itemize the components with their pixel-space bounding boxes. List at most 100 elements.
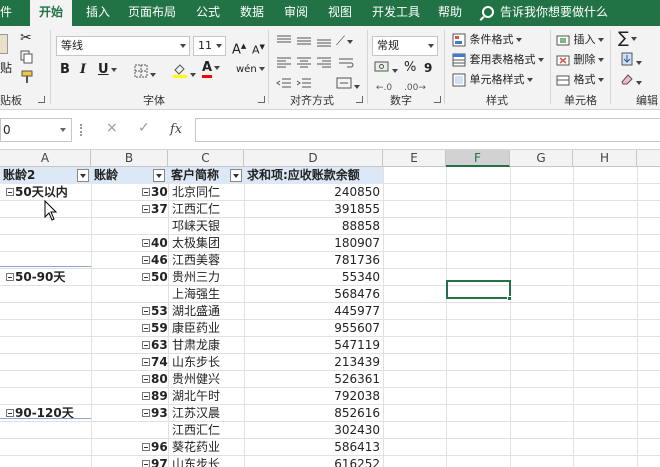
shrink-font-button[interactable]: A▼: [252, 39, 265, 59]
collapse-icon[interactable]: [142, 205, 150, 213]
cell-amount[interactable]: 547119: [244, 337, 383, 354]
fill-down-icon[interactable]: [620, 52, 642, 71]
cell-age[interactable]: [91, 422, 168, 439]
cell-age[interactable]: 40: [91, 235, 168, 252]
collapse-icon[interactable]: [142, 460, 150, 467]
cell-customer[interactable]: 山东步长: [168, 456, 244, 467]
collapse-icon[interactable]: [142, 307, 150, 315]
cell-amount[interactable]: 616252: [244, 456, 383, 467]
currency-button[interactable]: [374, 60, 398, 78]
align-left-icon[interactable]: [276, 56, 292, 75]
formula-input[interactable]: [195, 118, 660, 142]
cell-amount[interactable]: 568476: [244, 286, 383, 303]
cell-age-group[interactable]: [0, 388, 91, 405]
collapse-icon[interactable]: [142, 273, 150, 281]
font-color-button[interactable]: A: [202, 60, 221, 78]
column-header-e[interactable]: E: [383, 150, 446, 167]
cell-amount[interactable]: 781736: [244, 252, 383, 269]
pivot-header-cell[interactable]: 账龄: [91, 167, 168, 184]
orientation-icon[interactable]: ⟋: [336, 34, 354, 50]
cell-age[interactable]: 93: [91, 405, 168, 422]
collapse-icon[interactable]: [6, 409, 14, 417]
align-top-icon[interactable]: [276, 34, 292, 53]
cell-age[interactable]: 89: [91, 388, 168, 405]
autosum-button[interactable]: ∑: [618, 30, 637, 46]
tab-help[interactable]: 帮助: [438, 0, 462, 26]
tab-view[interactable]: 视图: [328, 0, 352, 26]
cell-amount[interactable]: 213439: [244, 354, 383, 371]
font-launcher-icon[interactable]: [258, 96, 265, 103]
tab-data[interactable]: 数据: [240, 0, 264, 26]
collapse-icon[interactable]: [142, 341, 150, 349]
cell-amount[interactable]: 955607: [244, 320, 383, 337]
tab-page-layout[interactable]: 页面布局: [128, 0, 176, 26]
column-header-a[interactable]: A: [0, 150, 91, 167]
align-middle-icon[interactable]: [296, 34, 312, 53]
align-bottom-icon[interactable]: [316, 34, 332, 53]
tab-formulas[interactable]: 公式: [196, 0, 220, 26]
cell-amount[interactable]: 445977: [244, 303, 383, 320]
pivot-header-cell[interactable]: 账龄2: [0, 167, 91, 184]
column-header-i[interactable]: [637, 150, 660, 167]
cell-age-group[interactable]: [0, 354, 91, 371]
cell-age-group[interactable]: [0, 286, 91, 303]
format-painter-icon[interactable]: [20, 70, 34, 89]
filter-dropdown-icon[interactable]: [230, 169, 242, 182]
cell-age-group[interactable]: [0, 337, 91, 354]
collapse-icon[interactable]: [6, 273, 14, 281]
clipboard-launcher-icon[interactable]: [38, 96, 45, 103]
borders-button[interactable]: [134, 64, 156, 83]
font-size-combo[interactable]: 11: [193, 36, 226, 56]
collapse-icon[interactable]: [142, 443, 150, 451]
cell-customer[interactable]: 上海强生: [168, 286, 244, 303]
cell-age[interactable]: 97: [91, 456, 168, 467]
phonetic-button[interactable]: wén: [236, 62, 265, 78]
active-cell-selection[interactable]: [446, 280, 511, 299]
cell-age-group[interactable]: [0, 320, 91, 337]
column-header-h[interactable]: H: [573, 150, 637, 167]
conditional-format-button[interactable]: 条件格式: [452, 32, 522, 48]
cell-amount[interactable]: 55340: [244, 269, 383, 286]
formula-bar-grip[interactable]: [80, 124, 82, 136]
cell-age[interactable]: 50: [91, 269, 168, 286]
paste-icon[interactable]: [0, 34, 8, 54]
delete-cells-button[interactable]: 删除: [556, 52, 604, 68]
column-header-g[interactable]: G: [510, 150, 573, 167]
tab-home[interactable]: 开始: [30, 0, 72, 26]
cell-amount[interactable]: 391855: [244, 201, 383, 218]
tab-file[interactable]: 文件: [0, 0, 22, 26]
cell-age[interactable]: 80: [91, 371, 168, 388]
cell-age-group[interactable]: 90-120天: [0, 405, 91, 422]
tab-insert[interactable]: 插入: [86, 0, 110, 26]
cell-amount[interactable]: 852616: [244, 405, 383, 422]
cell-age[interactable]: 59: [91, 320, 168, 337]
copy-icon[interactable]: [20, 50, 34, 69]
cell-customer[interactable]: 湖北午时: [168, 388, 244, 405]
collapse-icon[interactable]: [142, 324, 150, 332]
tell-me-search[interactable]: 告诉我你想要做什么: [482, 0, 608, 26]
column-header-c[interactable]: C: [168, 150, 244, 167]
collapse-icon[interactable]: [142, 392, 150, 400]
cell-customer[interactable]: 北京同仁: [168, 184, 244, 201]
cancel-formula-button[interactable]: ×: [106, 120, 118, 136]
collapse-icon[interactable]: [142, 409, 150, 417]
cell-amount[interactable]: 586413: [244, 439, 383, 456]
italic-button[interactable]: I: [80, 62, 86, 77]
column-header-d[interactable]: D: [244, 150, 383, 167]
filter-sorted-icon[interactable]: [153, 169, 165, 182]
cell-customer[interactable]: 江苏汉晨: [168, 405, 244, 422]
collapse-icon[interactable]: [6, 188, 14, 196]
cell-customer[interactable]: 康臣药业: [168, 320, 244, 337]
align-center-icon[interactable]: [296, 56, 312, 75]
wrap-text-icon[interactable]: [338, 56, 354, 75]
collapse-icon[interactable]: [142, 375, 150, 383]
tab-developer[interactable]: 开发工具: [372, 0, 420, 26]
cell-age[interactable]: 30: [91, 184, 168, 201]
cell-amount[interactable]: 88858: [244, 218, 383, 235]
name-box[interactable]: 0: [0, 118, 72, 142]
cell-age-group[interactable]: [0, 456, 91, 467]
number-launcher-icon[interactable]: [434, 96, 441, 103]
number-format-combo[interactable]: 常规: [372, 36, 438, 56]
fill-color-button[interactable]: [172, 62, 196, 83]
align-right-icon[interactable]: [316, 56, 332, 75]
